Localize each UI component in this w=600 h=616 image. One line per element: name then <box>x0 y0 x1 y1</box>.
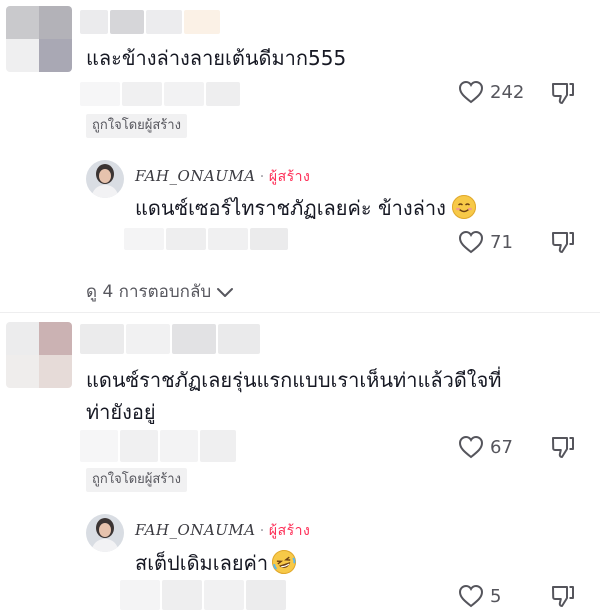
reply-author[interactable]: FAH_ONAUMA · ผู้สร้าง <box>135 520 310 542</box>
liked-by-creator-badge: ถูกใจโดยผู้สร้าง <box>86 114 187 138</box>
creator-avatar[interactable] <box>86 160 124 198</box>
creator-tag: ผู้สร้าง <box>268 169 311 185</box>
reply-text-content: สเต็ปเดิมเลยค่า <box>135 551 269 575</box>
dislike-icon[interactable] <box>550 583 576 609</box>
username-blurred[interactable] <box>80 10 220 34</box>
reply-author-name: FAH_ONAUMA <box>135 167 256 185</box>
view-replies-button[interactable]: ดู 4 การตอบกลับ <box>86 278 235 305</box>
dislike-icon[interactable] <box>550 229 576 255</box>
chevron-down-icon <box>217 287 234 297</box>
creator-avatar[interactable] <box>86 514 124 552</box>
avatar[interactable] <box>6 322 72 388</box>
separator-dot: · <box>259 521 265 539</box>
reply-like-button[interactable]: 71 <box>458 230 513 254</box>
like-count: 242 <box>490 81 525 103</box>
timestamp-blurred <box>80 430 236 462</box>
reply-author-name: FAH_ONAUMA <box>135 521 256 539</box>
avatar[interactable] <box>6 6 72 72</box>
like-button[interactable]: 67 <box>458 435 513 459</box>
creator-tag: ผู้สร้าง <box>268 523 311 539</box>
reply-timestamp-blurred <box>124 228 288 250</box>
like-count: 5 <box>490 585 502 607</box>
reply-text: แดนซ์เซอร์ไทราชภัฏเลยค่ะ ข้างล่าง <box>135 193 476 223</box>
like-button[interactable]: 242 <box>458 80 524 104</box>
rolling-laughing-face-icon <box>269 546 300 578</box>
liked-by-creator-badge: ถูกใจโดยผู้สร้าง <box>86 468 187 492</box>
reply-text: สเต็ปเดิมเลยค่า <box>135 546 300 578</box>
comment-text: และข้างล่างลายเต้นดีมาก555 <box>86 46 347 70</box>
dislike-icon[interactable] <box>550 80 576 106</box>
reply-timestamp-blurred <box>120 580 286 610</box>
comment-text: แดนซ์ราชภัฏเลยรุ่นแรกแบบเราเห็นท่าแล้วดี… <box>86 364 501 428</box>
reply-text-content: แดนซ์เซอร์ไทราชภัฏเลยค่ะ ข้างล่าง <box>135 196 446 220</box>
divider <box>0 312 600 313</box>
like-count: 71 <box>490 231 513 253</box>
heart-icon <box>458 584 484 608</box>
comment-text-line: แดนซ์ราชภัฏเลยรุ่นแรกแบบเราเห็นท่าแล้วดี… <box>86 368 502 392</box>
separator-dot: · <box>259 167 265 185</box>
timestamp-blurred <box>80 82 240 106</box>
like-count: 67 <box>490 436 513 458</box>
dislike-icon[interactable] <box>550 434 576 460</box>
username-blurred[interactable] <box>80 324 260 354</box>
reply-author[interactable]: FAH_ONAUMA · ผู้สร้าง <box>135 166 310 188</box>
smiling-face-icon <box>451 195 476 219</box>
view-replies-label: ดู 4 การตอบกลับ <box>86 282 212 302</box>
reply-like-button[interactable]: 5 <box>458 584 501 608</box>
comment-text-line: ท่ายังอยู่ <box>86 400 156 424</box>
heart-icon <box>458 230 484 254</box>
heart-icon <box>458 80 484 104</box>
heart-icon <box>458 435 484 459</box>
